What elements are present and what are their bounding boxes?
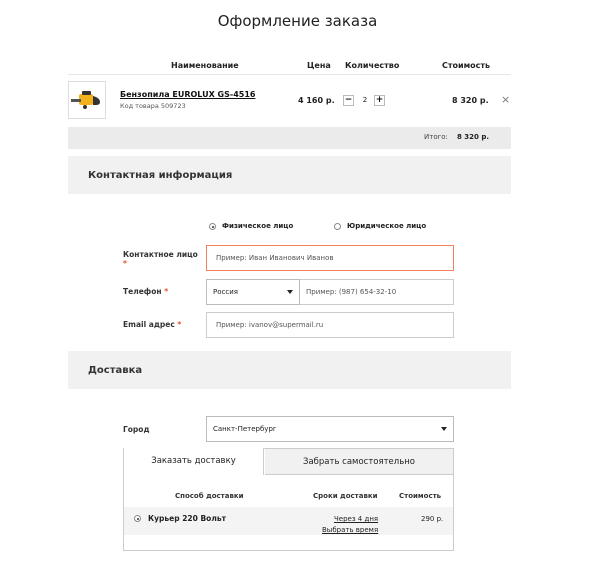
delivery-col-term: Сроки доставки	[313, 492, 378, 500]
col-header-name: Наименование	[171, 61, 239, 70]
city-select-value: Санкт-Петербург	[213, 425, 277, 433]
phone-label: Телефон *	[123, 287, 168, 296]
delivery-section-title: Доставка	[88, 365, 143, 376]
total-label: Итого:	[424, 133, 448, 141]
city-select[interactable]: Санкт-Петербург	[206, 416, 454, 442]
country-select[interactable]: Россия	[206, 279, 300, 305]
total-value: 8 320 р.	[457, 133, 490, 141]
email-label-text: Email адрес	[123, 320, 175, 329]
email-input[interactable]: Пример: ivanov@supermail.ru	[206, 312, 454, 338]
row-total: 8 320 р.	[452, 96, 489, 105]
radio-individual[interactable]	[209, 223, 216, 230]
qty-input[interactable]: 2	[359, 95, 371, 106]
required-marker: *	[164, 287, 169, 296]
close-icon[interactable]: ×	[501, 93, 510, 106]
col-header-price: Цена	[307, 61, 331, 70]
qty-increase-button[interactable]: +	[374, 95, 385, 106]
country-select-value: Россия	[213, 288, 238, 296]
product-code: Код товара 509723	[120, 102, 186, 110]
phone-label-text: Телефон	[123, 287, 162, 296]
qty-decrease-button[interactable]: −	[343, 95, 354, 106]
contact-person-input[interactable]: Пример: Иван Иванович Иванов	[206, 245, 454, 271]
chevron-down-icon	[287, 290, 293, 294]
choose-time-link[interactable]: Выбрать время	[322, 526, 378, 534]
chevron-down-icon	[441, 427, 447, 431]
radio-legal-label[interactable]: Юридическое лицо	[347, 222, 426, 230]
required-marker: *	[177, 320, 182, 329]
col-header-qty: Количество	[345, 61, 400, 70]
tab-pickup[interactable]: Забрать самостоятельно	[265, 449, 453, 475]
chainsaw-image	[71, 91, 100, 109]
page-title: Оформление заказа	[217, 12, 378, 30]
required-marker: *	[123, 259, 127, 268]
delivery-option-name: Курьер 220 Вольт	[148, 514, 226, 523]
radio-individual-label[interactable]: Физическое лицо	[222, 222, 293, 230]
delivery-term-link[interactable]: Через 4 дня	[334, 515, 378, 523]
product-image[interactable]	[68, 81, 106, 119]
delivery-option-cost: 290 р.	[421, 515, 444, 523]
radio-legal[interactable]	[334, 223, 341, 230]
delivery-option-radio[interactable]	[134, 515, 141, 522]
divider	[68, 74, 511, 75]
product-price: 4 160 р.	[298, 96, 335, 105]
tab-order-delivery[interactable]: Заказать доставку	[124, 448, 264, 475]
city-label: Город	[123, 425, 150, 434]
delivery-col-method: Способ доставки	[175, 492, 244, 500]
delivery-col-cost: Стоимость	[399, 492, 442, 500]
contact-person-label-text: Контактное лицо	[123, 250, 198, 259]
contact-section-title: Контактная информация	[88, 170, 233, 181]
product-name-link[interactable]: Бензопила EUROLUX GS-4516	[120, 90, 255, 99]
phone-input[interactable]: Пример: (987) 654-32-10	[300, 279, 454, 305]
col-header-cost: Стоимость	[442, 61, 491, 70]
contact-person-label: Контактное лицо	[123, 250, 198, 259]
email-label: Email адрес *	[123, 320, 181, 329]
